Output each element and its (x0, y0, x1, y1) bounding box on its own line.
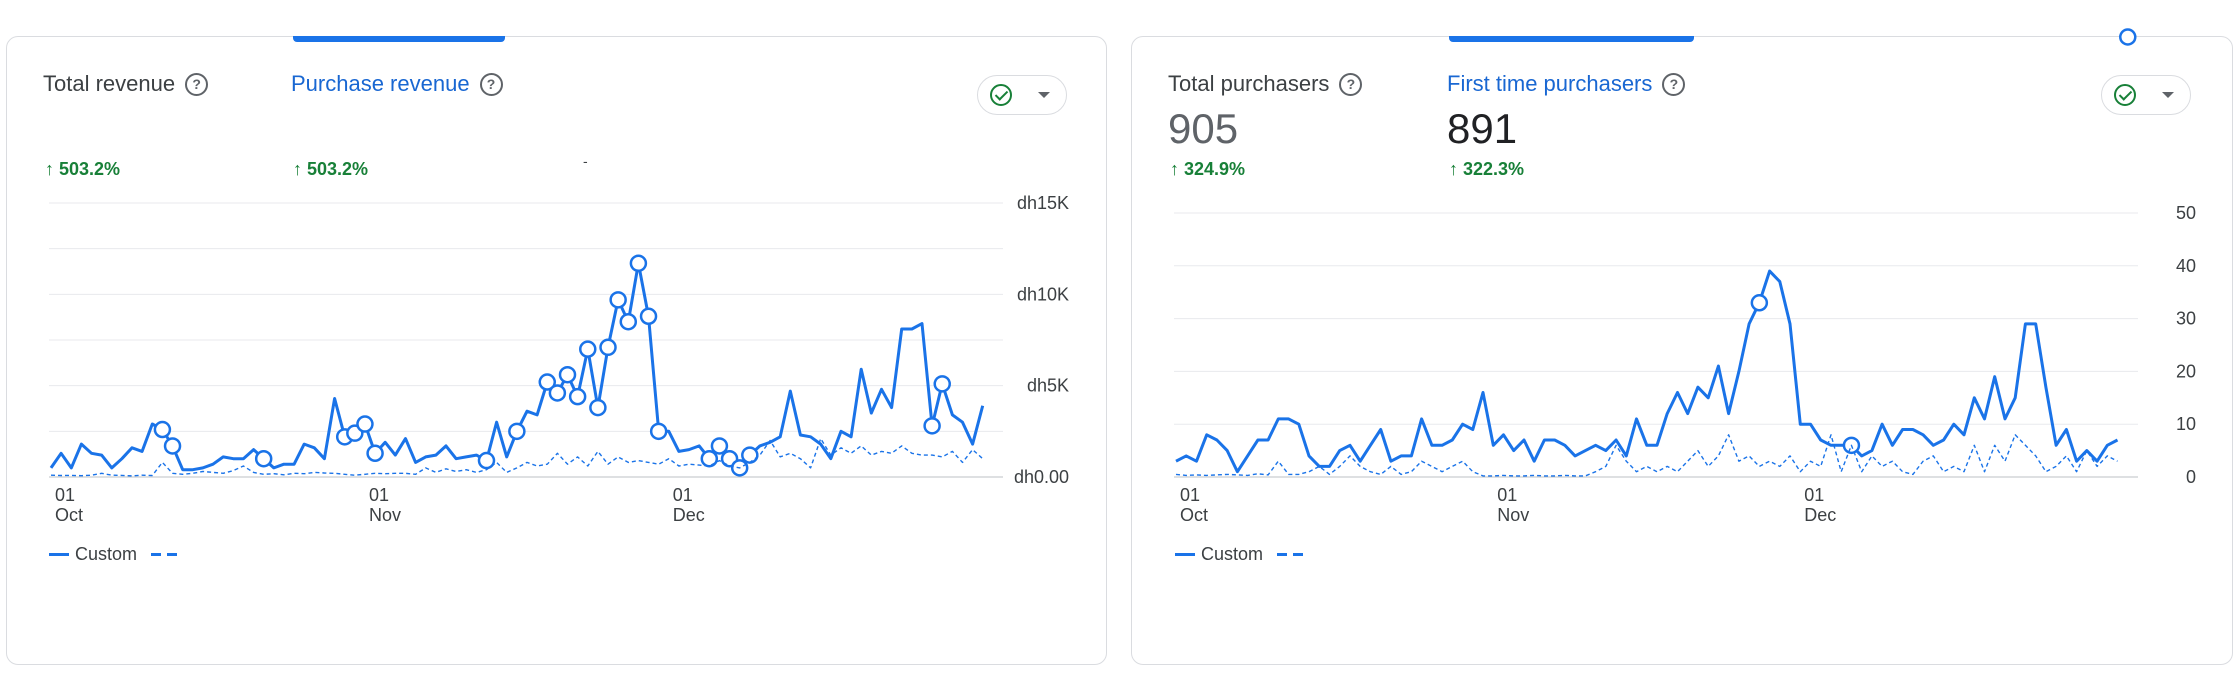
revenue-card: Total revenue ? ↑ 503.2% Purchase revenu… (6, 36, 1107, 665)
x-tick-label: 01 (55, 485, 75, 505)
anomaly-marker (2119, 28, 2137, 46)
x-tick-sublabel: Oct (1180, 505, 1208, 525)
y-tick-label: 40 (2176, 256, 2196, 276)
anomaly-marker (153, 420, 172, 439)
anomaly-marker (254, 449, 273, 468)
y-tick-label: dh0.00 (1014, 467, 1069, 487)
anomaly-marker (508, 422, 526, 441)
x-tick-label: 01 (1180, 485, 1200, 505)
anomaly-marker (1750, 294, 1769, 312)
anomaly-marker (629, 254, 648, 273)
x-tick-sublabel: Dec (1804, 505, 1836, 525)
anomaly-marker (356, 415, 374, 433)
legend-solid-swatch (49, 553, 69, 556)
x-tick-label: 01 (1497, 485, 1517, 505)
chart-legend: Custom (49, 544, 178, 565)
comparison-series-line (1175, 434, 2118, 477)
x-tick-label: 01 (369, 485, 389, 505)
legend-solid-swatch (1175, 553, 1195, 556)
y-tick-label: dh5K (1027, 376, 1069, 396)
legend-label: Custom (75, 544, 138, 564)
purchasers-line-chart: 0102030405001Oct01Nov01Dec (1174, 28, 2196, 525)
x-tick-label: 01 (1804, 485, 1824, 505)
x-tick-sublabel: Nov (369, 505, 401, 525)
y-tick-label: 0 (2186, 467, 2196, 487)
anomaly-marker (163, 437, 182, 455)
legend-dashed-swatch (1277, 553, 1304, 556)
x-tick-label: 01 (673, 485, 693, 505)
anomaly-marker (923, 417, 941, 435)
anomaly-marker (579, 340, 597, 358)
legend-label: Custom (1201, 544, 1264, 564)
x-tick-sublabel: Oct (55, 505, 83, 525)
anomaly-marker (639, 307, 658, 326)
anomaly-marker (589, 398, 607, 417)
purchasers-card: Total purchasers ? 905 ↑ 324.9% First ti… (1131, 28, 2233, 665)
anomaly-marker (568, 387, 587, 406)
x-tick-sublabel: Nov (1497, 505, 1529, 525)
x-tick-sublabel: Dec (673, 505, 705, 525)
anomaly-marker (741, 446, 759, 464)
anomaly-marker (933, 375, 951, 393)
y-tick-label: dh10K (1017, 284, 1069, 304)
y-tick-label: 10 (2176, 414, 2196, 434)
anomaly-marker (548, 384, 567, 402)
anomaly-marker (649, 422, 668, 441)
y-tick-label: 20 (2176, 361, 2196, 381)
anomaly-marker (366, 444, 384, 463)
anomaly-marker (599, 338, 617, 357)
y-tick-label: 30 (2176, 309, 2196, 329)
chart-legend: Custom (1175, 544, 1304, 565)
anomaly-marker (710, 437, 729, 455)
anomaly-marker (619, 312, 638, 331)
legend-dashed-swatch (151, 553, 178, 556)
revenue-line-chart: dh0.00dh5Kdh10Kdh15K01Oct01Nov01Dec (49, 193, 1069, 525)
y-tick-label: 50 (2176, 203, 2196, 223)
y-tick-label: dh15K (1017, 193, 1069, 213)
anomaly-marker (609, 291, 627, 309)
anomaly-marker (558, 365, 577, 384)
